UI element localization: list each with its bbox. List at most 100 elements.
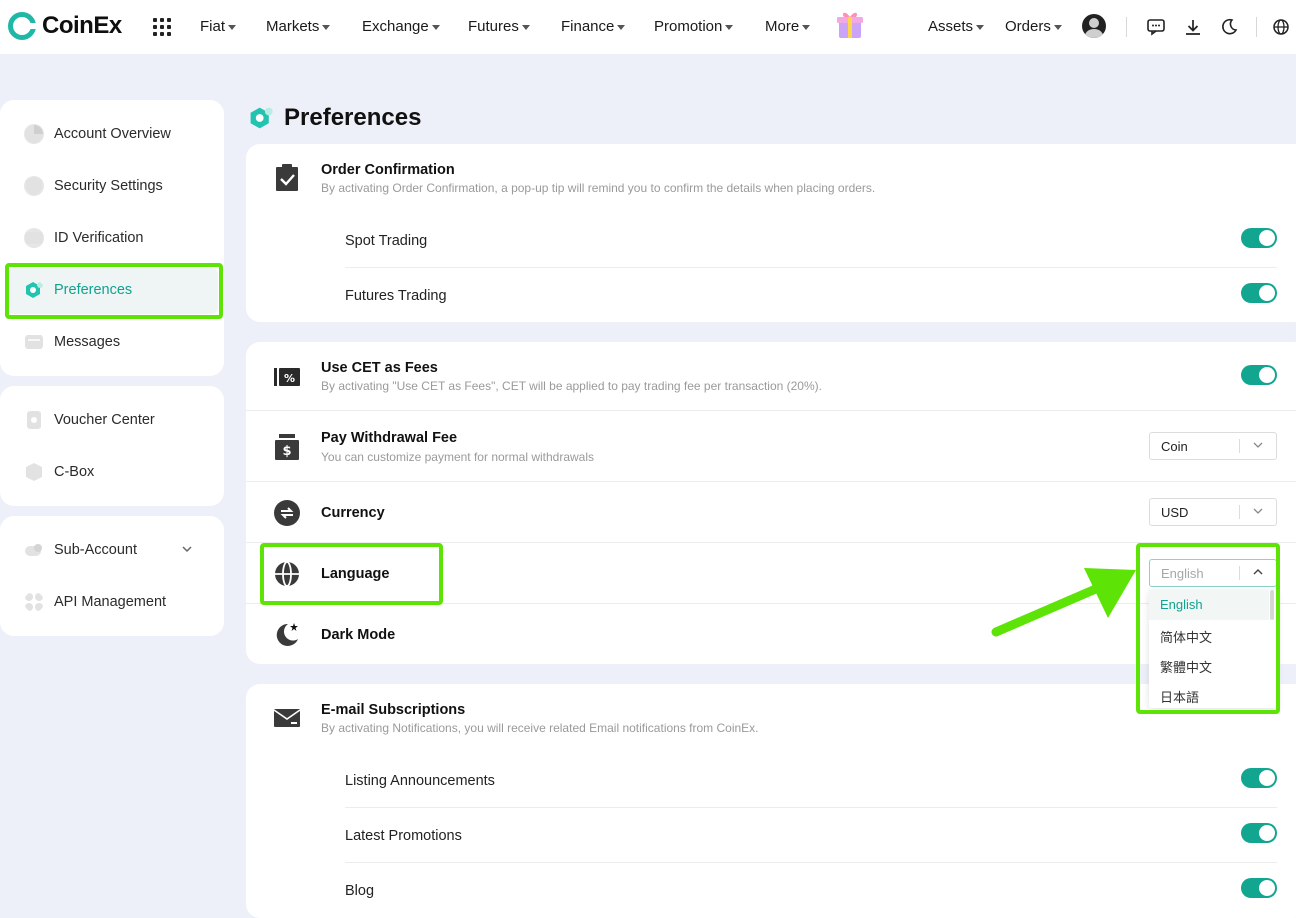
withdrawal-fee-description: You can customize payment for normal wit… (321, 450, 595, 464)
chevron-down-icon (1253, 508, 1263, 514)
sidebar-item-id-verification[interactable]: ID Verification (24, 228, 143, 248)
select-separator (1239, 439, 1240, 453)
select-value: English (1161, 566, 1204, 581)
cet-fees-description: By activating "Use CET as Fees", CET wil… (321, 379, 822, 393)
language-option-simplified-chinese[interactable]: 简体中文 (1149, 620, 1269, 650)
nav-assets[interactable]: Assets (928, 18, 985, 35)
language-select[interactable]: English (1149, 559, 1277, 587)
apps-grid-icon[interactable] (153, 18, 171, 36)
preferences-hexagon-icon (26, 282, 43, 298)
caret-down-icon (521, 24, 530, 30)
preferences-hexagon-icon (250, 107, 273, 129)
order-confirmation-title: Order Confirmation (321, 162, 455, 178)
logo-text: CoinEx (42, 12, 122, 39)
divider (345, 862, 1277, 863)
cet-fees-title: Use CET as Fees (321, 360, 438, 376)
shield-icon (24, 176, 44, 196)
coinex-logo[interactable]: CoinEx (8, 12, 122, 40)
chevron-down-icon[interactable] (182, 544, 192, 554)
page-title-text: Preferences (284, 104, 422, 131)
chat-icon[interactable] (1146, 17, 1166, 37)
language-option-english[interactable]: English (1149, 590, 1269, 620)
envelope-icon (273, 709, 301, 727)
cet-fees-toggle[interactable] (1241, 365, 1277, 385)
sidebar-item-voucher-center[interactable]: Voucher Center (24, 410, 155, 430)
email-subscriptions-title: E-mail Subscriptions (321, 702, 466, 718)
box-icon (26, 463, 42, 481)
caret-down-icon (725, 24, 734, 30)
currency-exchange-icon (274, 500, 300, 526)
caret-down-icon (617, 24, 626, 30)
nav-divider (1256, 17, 1257, 37)
user-avatar[interactable] (1082, 14, 1106, 38)
nav-exchange[interactable]: Exchange (362, 18, 440, 35)
dropdown-scrollbar[interactable] (1270, 590, 1274, 620)
language-title: Language (321, 566, 390, 582)
latest-promotions-toggle[interactable] (1241, 823, 1277, 843)
currency-select[interactable]: USD (1149, 498, 1277, 526)
divider (246, 542, 1296, 543)
sidebar-item-account-overview[interactable]: Account Overview (24, 124, 171, 144)
svg-text:%: % (284, 372, 295, 385)
select-value: Coin (1161, 439, 1188, 454)
futures-trading-toggle[interactable] (1241, 283, 1277, 303)
api-icon (25, 593, 43, 611)
gift-icon[interactable] (834, 8, 866, 40)
clipboard-check-icon (276, 164, 298, 191)
nav-fiat[interactable]: Fiat (200, 18, 237, 35)
sidebar-item-messages[interactable]: Messages (24, 332, 120, 352)
spot-trading-label: Spot Trading (345, 233, 428, 249)
divider (345, 807, 1277, 808)
voucher-icon (27, 411, 41, 429)
sidebar-group-subaccount (0, 516, 224, 636)
globe-icon[interactable] (1271, 17, 1291, 37)
nav-markets[interactable]: Markets (266, 18, 331, 35)
language-dropdown-menu: English 简体中文 繁體中文 日本語 (1149, 590, 1277, 708)
blog-toggle[interactable] (1241, 878, 1277, 898)
language-option-traditional-chinese[interactable]: 繁體中文 (1149, 650, 1269, 680)
sidebar-item-c-box[interactable]: C-Box (24, 462, 94, 482)
listing-announcements-toggle[interactable] (1241, 768, 1277, 788)
sidebar-item-api-management[interactable]: API Management (24, 592, 166, 612)
sidebar-item-label: C-Box (54, 464, 95, 480)
latest-promotions-label: Latest Promotions (345, 828, 462, 844)
sidebar-item-label: ID Verification (54, 230, 144, 246)
sidebar-item-label: Sub-Account (54, 542, 138, 558)
withdrawal-fee-title: Pay Withdrawal Fee (321, 430, 458, 446)
download-icon[interactable] (1183, 17, 1203, 37)
sidebar-item-security-settings[interactable]: Security Settings (24, 176, 163, 196)
sidebar-item-label: Preferences (54, 282, 133, 298)
divider (246, 481, 1296, 482)
blog-label: Blog (345, 883, 375, 899)
language-option-japanese[interactable]: 日本語 (1149, 680, 1269, 710)
nav-futures[interactable]: Futures (468, 18, 530, 35)
nav-orders[interactable]: Orders (1005, 18, 1062, 35)
select-separator (1239, 566, 1240, 580)
pie-chart-icon (24, 124, 44, 144)
moon-icon[interactable] (1219, 17, 1239, 37)
divider (246, 410, 1296, 411)
nav-more[interactable]: More (765, 18, 811, 35)
caret-down-icon (228, 24, 237, 30)
message-icon (25, 335, 43, 349)
sidebar-item-preferences[interactable]: Preferences (24, 280, 132, 300)
caret-down-icon (976, 24, 985, 30)
withdrawal-fee-select[interactable]: Coin (1149, 432, 1277, 460)
sidebar-item-label: Account Overview (54, 126, 171, 142)
spot-trading-toggle[interactable] (1241, 228, 1277, 248)
sidebar-item-label: API Management (54, 594, 167, 610)
nav-finance[interactable]: Finance (561, 18, 626, 35)
sidebar-item-sub-account[interactable]: Sub-Account (24, 540, 137, 560)
page-title: Preferences (248, 104, 421, 132)
nav-promotion[interactable]: Promotion (654, 18, 734, 35)
top-navigation: CoinEx Fiat Markets Exchange Futures Fin… (0, 0, 1296, 54)
caret-down-icon (322, 24, 331, 30)
divider (345, 267, 1277, 268)
futures-trading-label: Futures Trading (345, 288, 447, 304)
dark-mode-title: Dark Mode (321, 627, 396, 643)
cet-fee-icon: % (274, 368, 300, 386)
chevron-down-icon (1253, 442, 1263, 448)
listing-announcements-label: Listing Announcements (345, 773, 495, 789)
withdrawal-fee-icon: $ (275, 434, 299, 460)
annotation-arrow-icon (991, 568, 1136, 637)
